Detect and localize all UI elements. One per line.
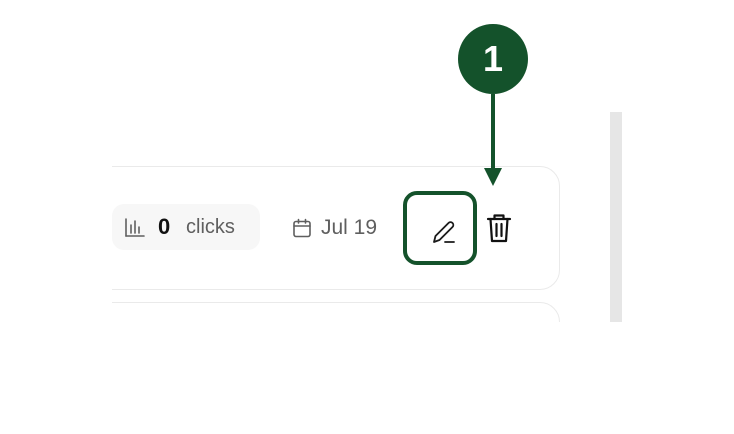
screen: 0 clicks Jul 19 1 [0,0,734,434]
clicks-count: 0 [158,214,171,239]
trash-icon [484,214,514,249]
callout-arrow [480,94,506,188]
link-card [112,302,560,322]
edit-button[interactable] [403,191,477,265]
bar-chart-icon [124,218,146,238]
link-date: Jul 19 [321,216,378,239]
calendar-icon [292,218,312,238]
scrollbar[interactable] [610,112,622,322]
clicks-label: clicks [186,216,235,238]
delete-button[interactable] [484,211,514,245]
callout-badge: 1 [458,24,528,94]
